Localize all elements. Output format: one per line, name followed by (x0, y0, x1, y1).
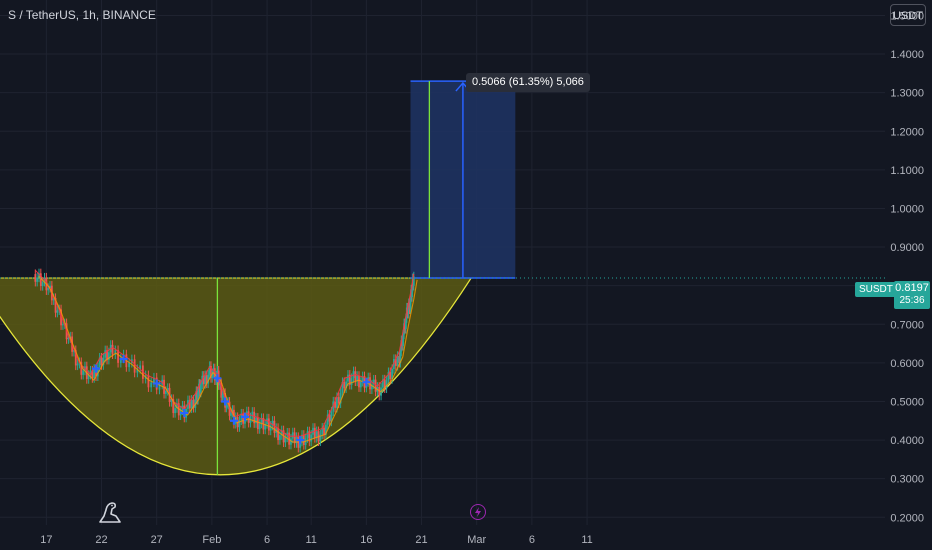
candle-body (306, 431, 309, 439)
date-tick-label: 6 (264, 534, 270, 546)
candle-body (258, 423, 261, 430)
candle-body (82, 370, 85, 375)
candle-body (76, 363, 79, 366)
last-price-value: 0.8197 (895, 282, 929, 294)
measure-tooltip: 0.5066 (61.35%) 5,066 (466, 73, 590, 92)
candle-body (284, 437, 287, 443)
candle-body (147, 375, 150, 388)
candle-body (61, 324, 64, 326)
price-tick-label: 0.9000 (890, 242, 924, 254)
candle-body (111, 344, 114, 355)
price-tick-label: 0.6000 (890, 358, 924, 370)
date-tick-label: 6 (529, 534, 535, 546)
cup-fill (0, 277, 472, 475)
symbol-title[interactable]: S / TetherUS, 1h, BINANCE (8, 8, 156, 22)
candle-body (242, 413, 245, 424)
price-tick-label: 1.1000 (890, 165, 924, 177)
candle-body (221, 395, 224, 398)
candle-body (199, 384, 202, 393)
candle-body (230, 412, 232, 416)
candle-body (164, 390, 167, 394)
currency-button[interactable]: USDT (890, 4, 926, 26)
candle-body (337, 397, 340, 404)
price-tick-label: 0.5000 (890, 396, 924, 408)
candle-body (279, 435, 281, 441)
price-tick-label: 1.4000 (890, 49, 924, 61)
candle-body (347, 374, 349, 382)
candle-body (267, 418, 270, 431)
symbol-price-tag: SUSDT (855, 282, 897, 297)
lightning-icon[interactable] (470, 504, 486, 520)
candle-body (41, 281, 44, 287)
candle-body (323, 427, 325, 435)
candle-body (256, 417, 259, 430)
candle-body (100, 357, 103, 366)
date-tick-label: 22 (95, 534, 107, 546)
candle-body (369, 377, 371, 390)
candle-body (277, 427, 279, 441)
date-tick-label: 17 (40, 534, 52, 546)
date-tick-label: Feb (202, 534, 221, 546)
candle-body (150, 382, 153, 388)
candle-body (350, 378, 353, 385)
candle-timer: 25:36 (899, 295, 925, 306)
price-tick-label: 0.4000 (890, 435, 924, 447)
date-tick-label: 16 (360, 534, 372, 546)
price-tick-label: 0.3000 (890, 474, 924, 486)
price-tick-label: 1.0000 (890, 203, 924, 215)
tradingview-dinosaur-icon[interactable] (96, 498, 124, 526)
price-tick-label: 0.2000 (890, 512, 924, 524)
candle-body (313, 427, 316, 439)
candle-body (354, 371, 357, 382)
last-price-tag: 0.8197 25:36 (894, 281, 930, 309)
candle-body (174, 408, 176, 414)
candle-body (34, 274, 37, 282)
time-axis: 17 22 27 Feb 6 11 16 21 Mar 6 11 (40, 534, 593, 546)
price-range-measure (410, 80, 516, 279)
candle-body (343, 382, 346, 389)
date-tick-label: 11 (581, 534, 592, 546)
price-tick-label: 0.7000 (890, 319, 924, 331)
candle-body (190, 399, 193, 409)
candle-body (291, 432, 294, 439)
cup-pattern-drawing (0, 277, 472, 476)
candle-body (255, 417, 257, 424)
candle-body (358, 375, 360, 388)
date-tick-label: 11 (305, 534, 316, 546)
price-axis: 0.20000.30000.40000.50000.60000.70000.80… (890, 10, 924, 524)
candle-body (56, 310, 59, 313)
candle-body (310, 434, 313, 442)
date-tick-label: 27 (151, 534, 163, 546)
date-tick-label: Mar (467, 534, 486, 546)
candle-body (251, 411, 254, 418)
candle-body (359, 381, 362, 388)
price-tick-label: 1.3000 (890, 88, 924, 100)
date-tick-label: 21 (415, 534, 427, 546)
candle-body (47, 287, 50, 291)
candle-body (104, 350, 107, 358)
price-tick-label: 1.2000 (890, 126, 924, 138)
